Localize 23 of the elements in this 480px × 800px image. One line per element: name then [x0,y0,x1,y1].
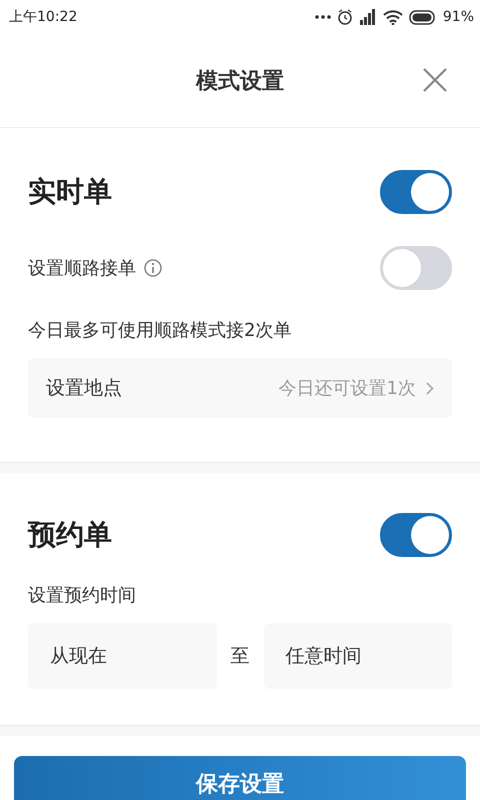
section-heading: 实时单 [28,174,112,210]
hint-text: 今日最多可使用顺路模式接2次单 [28,319,292,342]
save-button[interactable]: 保存设置 [14,756,466,800]
end-time-field[interactable]: 任意时间 [264,623,452,689]
battery-level: 91% [442,9,474,25]
start-time-field[interactable]: 从现在 [28,623,216,689]
range-separator: 至 [230,644,250,669]
toggle-switch[interactable] [380,513,452,557]
battery-icon [408,10,437,24]
setting-label: 设置预约时间 [28,584,137,607]
page-title: 模式设置 [196,68,284,96]
signal-icon [358,9,377,25]
info-icon[interactable] [144,259,162,277]
setting-label: 设置顺路接单 [28,257,136,280]
wifi-icon [382,10,403,24]
status-time: 上午10:22 [9,8,78,26]
more-icon [314,15,331,19]
location-row[interactable]: 设置地点 今日还可设置1次 [28,358,452,418]
alarm-icon [336,9,353,25]
section-heading: 预约单 [28,517,112,553]
toggle-switch[interactable] [380,170,452,214]
close-icon[interactable] [422,67,448,93]
chevron-icon [426,382,434,394]
